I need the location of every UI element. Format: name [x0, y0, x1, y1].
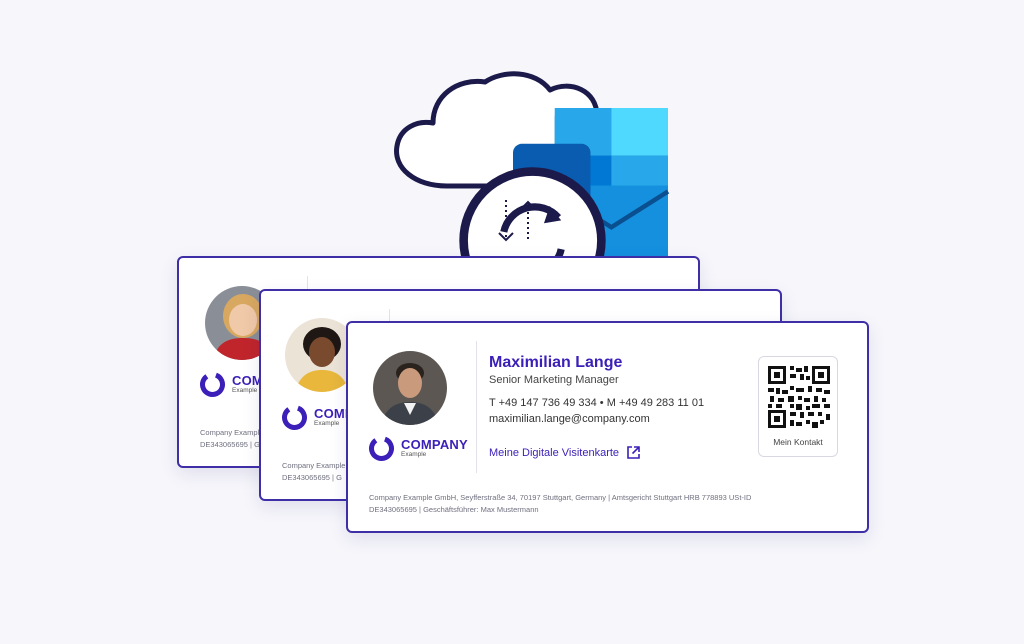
footer-line: DE343065695 | Geschäftsführer: Max Muste… [369, 505, 539, 514]
logo-sub: Example [401, 451, 427, 459]
footer-line: DE343065695 | G [282, 473, 342, 482]
contact-email[interactable]: maximilian.lange@company.com [489, 413, 650, 425]
qr-code-icon [768, 366, 830, 428]
company-logo: COMPANY Example [368, 435, 468, 462]
company-logo-icon [200, 372, 225, 397]
contact-role: Senior Marketing Manager [489, 374, 619, 386]
footer-line: DE343065695 | G [200, 440, 260, 449]
signature-card-front: COMPANY Example Maximilian Lange Senior … [346, 321, 869, 533]
digital-card-link[interactable]: Meine Digitale Visitenkarte [489, 445, 641, 460]
footer-line: Company Example GmbH, Seyfferstraße 34, … [369, 493, 752, 502]
digital-card-link-label: Meine Digitale Visitenkarte [489, 446, 620, 459]
contact-name: Maximilian Lange [489, 354, 623, 371]
company-logo-icon [369, 436, 394, 461]
avatar [373, 351, 447, 425]
company-logo-icon [282, 405, 307, 430]
divider [476, 341, 477, 473]
contact-phone[interactable]: T +49 147 736 49 334 • M +49 49 283 11 0… [489, 397, 704, 409]
outlook-letter: O [476, 123, 490, 142]
sync-arrows-icon [494, 196, 542, 246]
qr-contact-box[interactable]: Mein Kontakt [758, 356, 838, 457]
external-link-icon [627, 446, 640, 459]
footer-line: Company Example [200, 428, 264, 437]
footer-line: Company Example [282, 461, 346, 470]
logo-name: COMPANY [401, 437, 468, 453]
qr-label: Mein Kontakt [773, 437, 823, 447]
